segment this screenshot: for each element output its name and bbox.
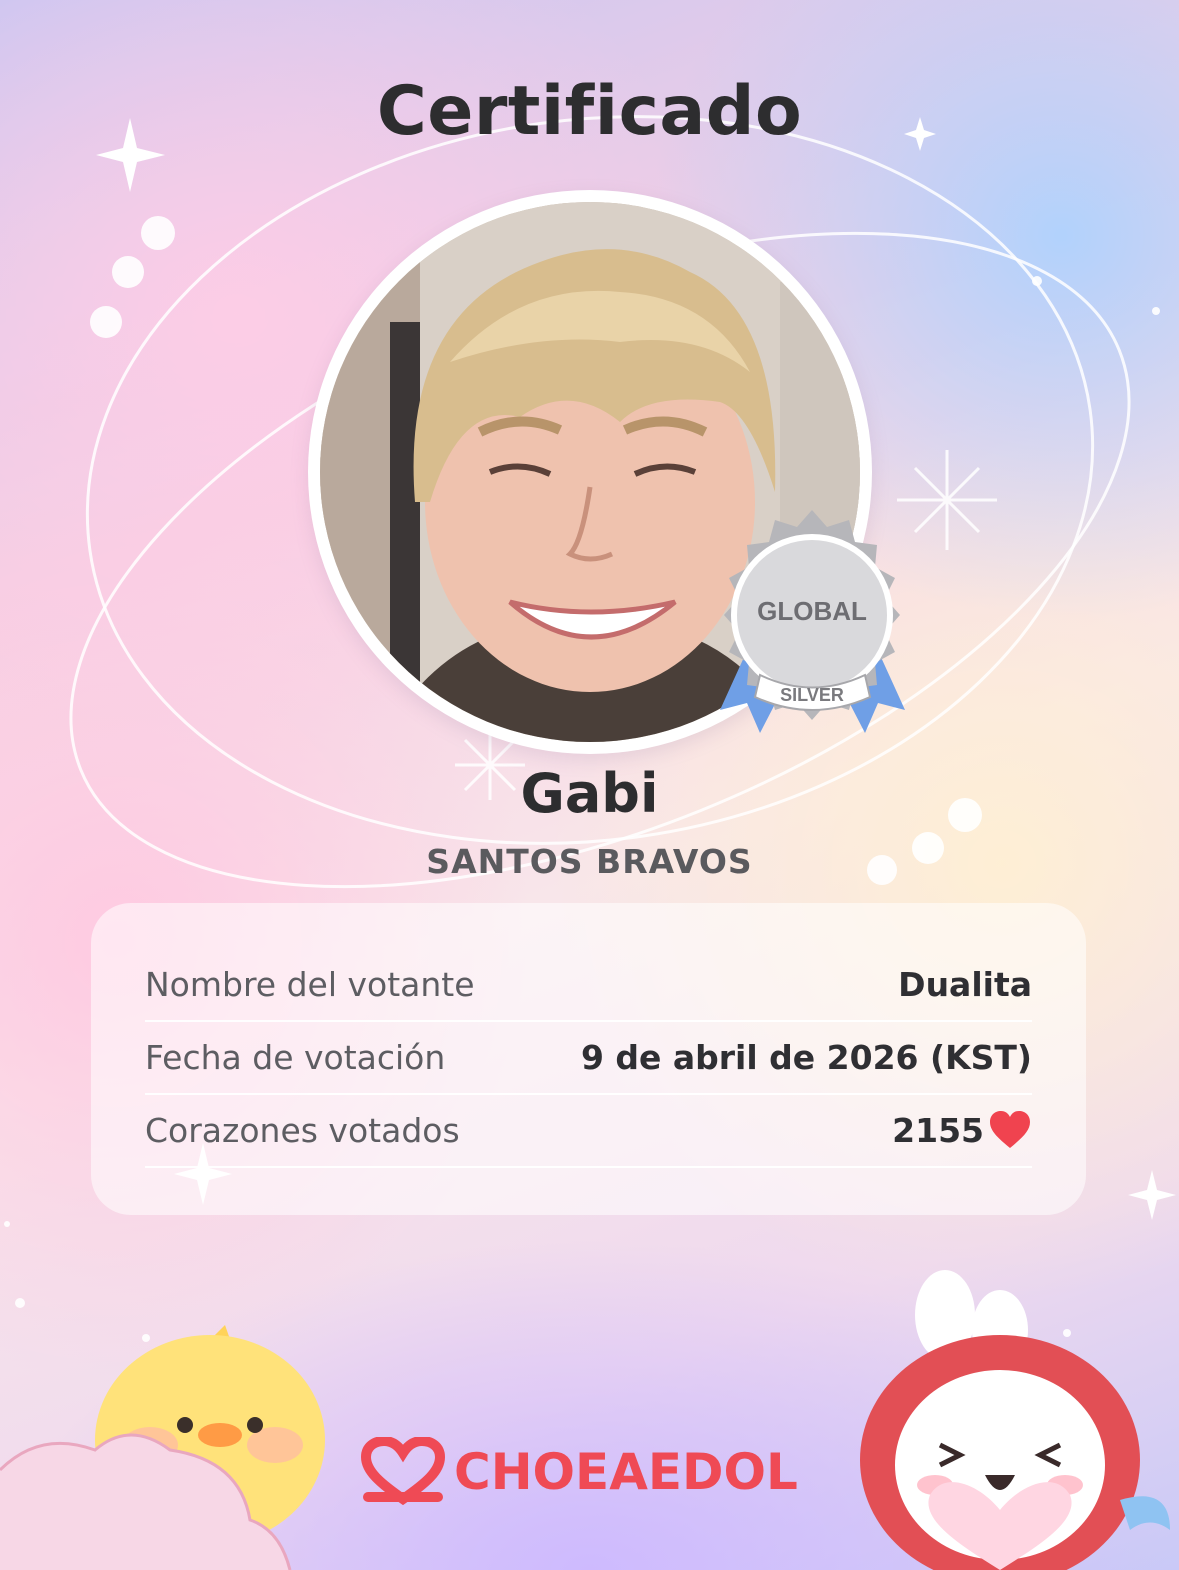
silver-badge: GLOBAL SILVER bbox=[720, 510, 905, 733]
hearts-row: Corazones votados 2155 bbox=[145, 1094, 1032, 1168]
bunny-mascot bbox=[860, 1270, 1170, 1570]
brand-name: CHOEAEDOL bbox=[454, 1443, 798, 1501]
heart-icon bbox=[990, 1111, 1030, 1148]
choeaedol-logo: CHOEAEDOL bbox=[360, 1432, 820, 1512]
date-row: Fecha de votación 9 de abril de 2026 (KS… bbox=[145, 1021, 1032, 1095]
sparkle-icon bbox=[1128, 1170, 1176, 1220]
voter-row: Nombre del votante Dualita bbox=[145, 948, 1032, 1022]
date-label: Fecha de votación bbox=[145, 1037, 446, 1077]
idol-name: Gabi bbox=[520, 762, 659, 825]
badge-global-text: GLOBAL bbox=[757, 596, 867, 626]
voter-value: Dualita bbox=[898, 964, 1032, 1004]
chick-mascot bbox=[0, 1325, 325, 1570]
idol-group: SANTOS BRAVOS bbox=[426, 842, 753, 881]
hearts-value-wrap: 2155 bbox=[892, 1110, 1032, 1150]
moon-icon bbox=[917, 250, 985, 353]
choeaedol-heart-logo-icon bbox=[360, 1437, 446, 1506]
hearts-label: Corazones votados bbox=[145, 1110, 460, 1150]
voter-label: Nombre del votante bbox=[145, 964, 475, 1004]
vote-info-card: Nombre del votante Dualita Fecha de vota… bbox=[91, 903, 1086, 1215]
date-value: 9 de abril de 2026 (KST) bbox=[580, 1037, 1032, 1077]
hearts-value: 2155 bbox=[892, 1110, 984, 1150]
badge-silver-text: SILVER bbox=[780, 685, 844, 705]
page-title: Certificado bbox=[376, 72, 803, 151]
